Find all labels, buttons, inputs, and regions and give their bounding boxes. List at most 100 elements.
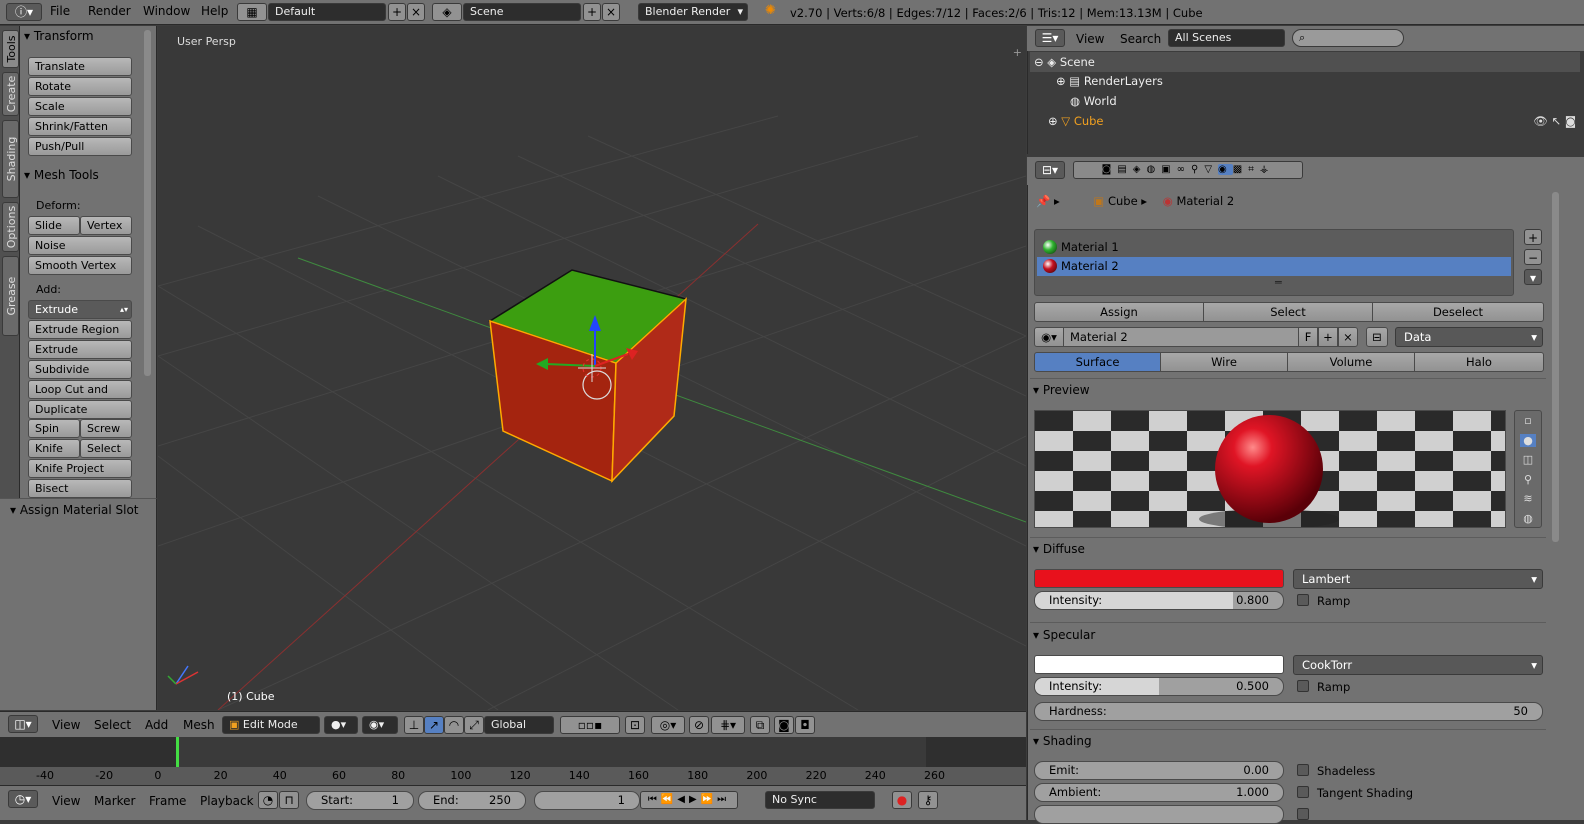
loop-cut-button[interactable]: Loop Cut and Slide <box>28 380 132 413</box>
material-name-field[interactable]: Material 2 <box>1063 327 1299 347</box>
scene-icon[interactable]: ◈ <box>432 3 462 21</box>
slot-row-material-2[interactable]: Material 2 <box>1037 257 1511 276</box>
toolshelf-scrollbar[interactable] <box>144 30 151 376</box>
timeline-menu-marker[interactable]: Marker <box>94 794 135 808</box>
properties-scrollbar[interactable] <box>1552 192 1559 542</box>
end-frame-field[interactable]: End: 250 <box>418 791 526 810</box>
context-tabs[interactable]: ◙▤◈◍▣∞⚲▽◉▩⌗⚶ <box>1073 161 1303 179</box>
orientation-dropdown[interactable]: Global <box>484 716 554 734</box>
timeline-area[interactable]: -40 -20 0 20 40 60 80 100 120 140 160 180 200 220 240 2… <box>0 737 1026 785</box>
menu-add[interactable]: Add <box>145 718 168 732</box>
timeline-menu-playback[interactable]: Playback <box>200 794 254 808</box>
viewport-canvas[interactable] <box>158 26 1026 710</box>
diffuse-intensity-slider[interactable]: Intensity: 0.800 <box>1034 591 1284 610</box>
slot-row-material-1[interactable]: Material 1 <box>1037 238 1511 256</box>
unlink-material-icon[interactable]: × <box>1338 327 1358 347</box>
fake-user-button[interactable]: F <box>1298 327 1318 347</box>
preview-range-icon[interactable]: ◔ <box>258 791 278 809</box>
timeline-menu-frame[interactable]: Frame <box>149 794 186 808</box>
manipulator-toggle-icon[interactable]: ⊥ <box>404 716 424 734</box>
remove-layout-icon[interactable]: × <box>407 3 425 21</box>
shading-panel-header[interactable]: ▾ Shading <box>1033 734 1092 748</box>
record-icon[interactable]: ● <box>892 791 912 809</box>
noise-button[interactable]: Noise <box>28 236 132 255</box>
browse-slot-icon[interactable]: ⊟ <box>1366 327 1388 347</box>
select-mode-icons[interactable]: ▫▫▪ <box>560 716 620 734</box>
cube-mesh[interactable] <box>488 269 688 483</box>
visibility-icons[interactable]: 👁 ↖ ◙ <box>1533 111 1576 131</box>
menu-view[interactable]: View <box>52 718 80 732</box>
outliner-editor-type-icon[interactable]: ☰▾ <box>1035 29 1065 47</box>
extrude-individual-button[interactable]: Extrude Individual <box>28 340 132 373</box>
scene-field[interactable]: Scene <box>463 3 581 21</box>
emit-field[interactable]: Emit: 0.00 <box>1034 761 1284 780</box>
properties-editor-type-icon[interactable]: ⊟▾ <box>1035 161 1065 179</box>
menu-file[interactable]: File <box>50 4 70 18</box>
translate-button[interactable]: Translate <box>28 57 132 76</box>
assign-material-slot-header[interactable]: ▾ Assign Material Slot <box>10 503 139 517</box>
specular-panel-header[interactable]: ▾ Specular <box>1033 628 1095 642</box>
new-material-icon[interactable]: + <box>1318 327 1338 347</box>
region-toggle-icon[interactable]: + <box>1013 46 1022 59</box>
menu-render[interactable]: Render <box>88 4 131 18</box>
bisect-button[interactable]: Bisect <box>28 479 132 498</box>
smooth-vertex-button[interactable]: Smooth Vertex <box>28 256 132 275</box>
spin-button[interactable]: Spin <box>28 419 80 438</box>
slide-edge-button[interactable]: Slide Ed <box>28 216 80 249</box>
screw-button[interactable]: Screw <box>80 419 132 438</box>
limit-selection-icon[interactable]: ⊡ <box>625 716 645 734</box>
link-dropdown[interactable]: Data ▾ <box>1395 327 1543 347</box>
proportional-edit-icon[interactable]: ◎▾ <box>651 716 685 734</box>
tab-tools[interactable]: Tools <box>2 30 19 68</box>
menu-help[interactable]: Help <box>201 4 228 18</box>
outliner-row-world[interactable]: ◍ World <box>1030 91 1580 111</box>
remove-slot-icon[interactable]: − <box>1524 249 1542 265</box>
menu-window[interactable]: Window <box>143 4 190 18</box>
menu-mesh[interactable]: Mesh <box>183 718 215 732</box>
cubic-checkbox[interactable] <box>1297 808 1309 820</box>
mesh-tools-panel-header[interactable]: ▾ Mesh Tools <box>24 168 99 182</box>
tab-options[interactable]: Options <box>2 202 19 252</box>
knife-project-button[interactable]: Knife Project <box>28 459 132 478</box>
lock-icon[interactable]: ⊓ <box>279 791 299 809</box>
render-engine-dropdown[interactable]: Blender Render ▾ <box>638 3 748 21</box>
snap-toggle-icon[interactable]: ⊘ <box>689 716 709 734</box>
extrude-region-button[interactable]: Extrude Region <box>28 320 132 339</box>
outliner-filter-dropdown[interactable]: All Scenes <box>1168 29 1285 47</box>
diffuse-panel-header[interactable]: ▾ Diffuse <box>1033 542 1085 556</box>
editor-type-icon[interactable]: ◫▾ <box>8 715 38 733</box>
sphere-preview-icon[interactable]: ● <box>1520 433 1536 447</box>
remove-scene-icon[interactable]: × <box>602 3 620 21</box>
duplicate-button[interactable]: Duplicate <box>28 400 132 419</box>
outliner-menu-search[interactable]: Search <box>1120 32 1161 46</box>
subdivide-button[interactable]: Subdivide <box>28 360 132 379</box>
knife-select-button[interactable]: Select <box>80 439 132 458</box>
list-resize-handle[interactable]: ═ <box>1275 276 1282 289</box>
outliner-row-scene[interactable]: ⊖ ◈ Scene <box>1030 52 1580 72</box>
specular-ramp-checkbox[interactable] <box>1297 680 1309 692</box>
mode-dropdown[interactable]: ▣ Edit Mode <box>222 716 320 734</box>
select-button[interactable]: Select <box>1203 302 1373 322</box>
menu-select[interactable]: Select <box>94 718 131 732</box>
opengl-render-icon[interactable]: ⧉ <box>750 716 770 734</box>
hardness-field[interactable]: Hardness: 50 <box>1034 702 1543 721</box>
tab-wire[interactable]: Wire <box>1160 352 1288 372</box>
transform-panel-header[interactable]: ▾ Transform <box>24 29 94 43</box>
specular-shader-dropdown[interactable]: CookTorr ▾ <box>1293 655 1543 675</box>
snap-element-icon[interactable]: ⋕▾ <box>711 716 745 734</box>
current-frame-marker[interactable] <box>176 737 179 767</box>
3d-viewport[interactable]: User Persp (1) Cube + <box>158 26 1026 710</box>
diffuse-ramp-checkbox[interactable] <box>1297 594 1309 606</box>
tab-grease-pencil[interactable]: Grease Pencil <box>2 256 31 336</box>
sync-dropdown[interactable]: No Sync <box>765 791 875 809</box>
push-pull-button[interactable]: Push/Pull <box>28 137 132 156</box>
material-slot-list[interactable]: Material 1 Material 2 ═ <box>1034 229 1514 296</box>
material-tab-icon[interactable]: ◉ <box>1218 164 1233 175</box>
outliner-menu-view[interactable]: View <box>1076 32 1104 46</box>
specular-color-swatch[interactable] <box>1034 655 1284 674</box>
knife-button[interactable]: Knife <box>28 439 80 458</box>
pin-icon[interactable]: 📌 <box>1036 194 1050 208</box>
rotate-button[interactable]: Rotate <box>28 77 132 96</box>
start-frame-field[interactable]: Start: 1 <box>306 791 414 810</box>
keying-set-icon[interactable]: ⚷ <box>918 791 938 809</box>
